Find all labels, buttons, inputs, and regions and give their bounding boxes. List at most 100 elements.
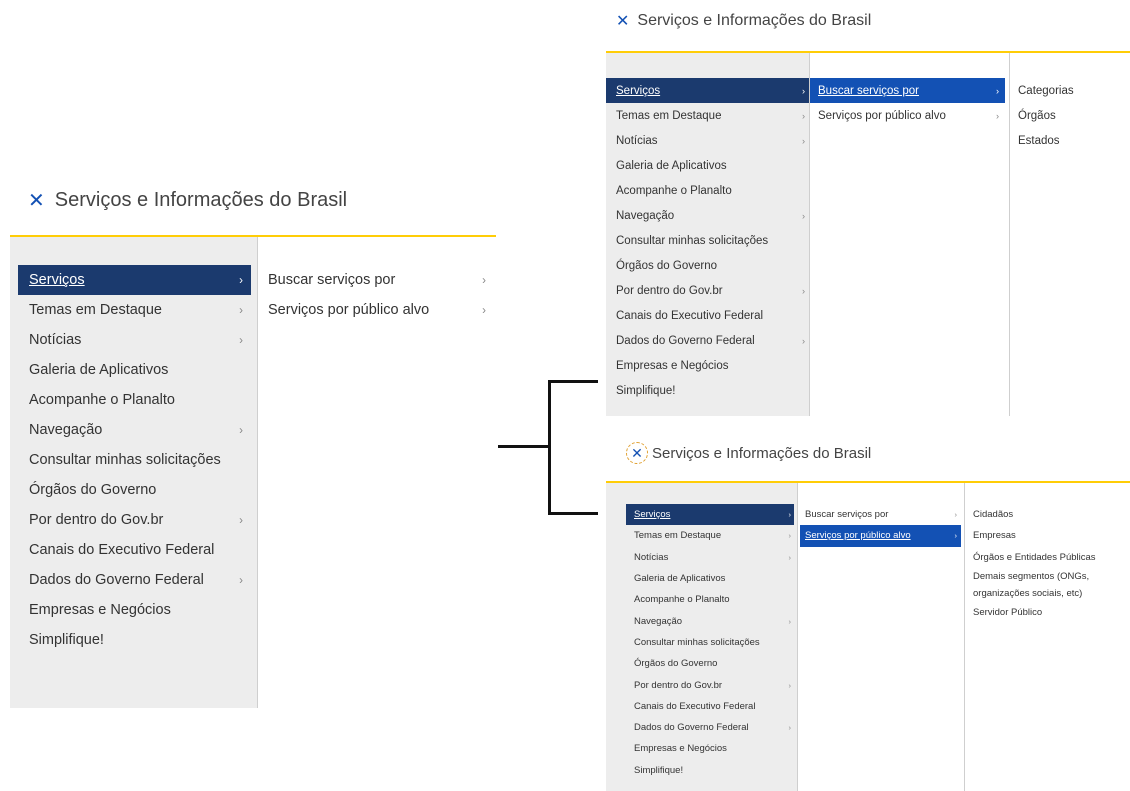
menu-item-simplifique[interactable]: Simplifique! <box>606 378 809 403</box>
menu-item-dados-do-governo-federal[interactable]: Dados do Governo Federal › <box>606 328 809 353</box>
menu-item-label: Empresas e Negócios <box>616 359 729 372</box>
menu-item-simplifique[interactable]: Simplifique! <box>626 760 794 781</box>
menu-item-label: Cidadãos <box>973 509 1014 521</box>
menu-item-canais-do-executivo-federal[interactable]: Canais do Executivo Federal <box>626 696 794 717</box>
menu-item-navegacao[interactable]: Navegação › <box>626 610 794 631</box>
menu-item-label: Simplifique! <box>634 764 684 776</box>
menu-item-empresas[interactable]: Empresas <box>965 525 1130 546</box>
menu-item-label: Serviços por público alvo <box>268 302 430 318</box>
publico-alvo-submenu-column: Cidadãos Empresas Órgãos e Entidades Públi… <box>964 483 1130 791</box>
menu-item-buscar-servicos-por[interactable]: Buscar serviços por › <box>800 504 961 525</box>
chevron-right-icon: › <box>954 531 957 541</box>
menu-item-acompanhe-o-planalto[interactable]: Acompanhe o Planalto <box>606 178 809 203</box>
menu-item-dados-do-governo-federal[interactable]: Dados do Governo Federal › <box>626 717 794 738</box>
panel-title: Serviços e Informações do Brasil <box>637 12 872 29</box>
close-icon[interactable]: ✕ <box>616 11 629 31</box>
chevron-right-icon: › <box>239 303 243 317</box>
menu-item-servicos[interactable]: Serviços › <box>606 78 809 103</box>
menu-item-navegacao[interactable]: Navegação › <box>18 415 251 445</box>
menu-item-canais-do-executivo-federal[interactable]: Canais do Executivo Federal <box>18 535 251 565</box>
menu-item-label: Estados <box>1018 134 1060 147</box>
menu-item-canais-do-executivo-federal[interactable]: Canais do Executivo Federal <box>606 303 809 328</box>
chevron-right-icon: › <box>954 510 957 520</box>
menu-item-label: Serviços <box>634 509 671 521</box>
menu-item-noticias[interactable]: Notícias › <box>606 128 809 153</box>
menu-item-label: Órgãos e Entidades Públicas <box>973 551 1096 563</box>
menu-item-acompanhe-o-planalto[interactable]: Acompanhe o Planalto <box>18 385 251 415</box>
menu-columns: Serviços › Temas em Destaque › Notícias › Gale… <box>606 53 1130 416</box>
menu-item-categorias[interactable]: Categorias <box>1010 78 1130 103</box>
menu-item-galeria-de-aplicativos[interactable]: Galeria de Aplicativos <box>606 153 809 178</box>
connector-line <box>548 380 598 383</box>
menu-item-buscar-servicos-por[interactable]: Buscar serviços por › <box>810 78 1005 103</box>
menu-item-label: Por dentro do Gov.br <box>29 512 164 528</box>
menu-item-servicos-por-publico-alvo[interactable]: Serviços por público alvo › <box>800 525 961 547</box>
menu-item-por-dentro-do-gov-br[interactable]: Por dentro do Gov.br › <box>18 505 251 535</box>
menu-item-label: Galeria de Aplicativos <box>634 573 726 585</box>
menu-item-por-dentro-do-gov-br[interactable]: Por dentro do Gov.br › <box>626 674 794 695</box>
menu-item-label: Categorias <box>1018 84 1074 97</box>
menu-item-orgaos-do-governo[interactable]: Órgãos do Governo <box>18 475 251 505</box>
chevron-right-icon: › <box>788 531 791 541</box>
menu-item-cidadaos[interactable]: Cidadãos <box>965 504 1130 525</box>
menu-item-label: Simplifique! <box>29 632 104 648</box>
menu-item-servicos-por-publico-alvo[interactable]: Serviços por público alvo › <box>258 295 496 325</box>
close-icon[interactable]: ✕ <box>626 442 648 464</box>
menu-item-noticias[interactable]: Notícias › <box>18 325 251 355</box>
menu-item-orgaos-do-governo[interactable]: Órgãos do Governo <box>606 253 809 278</box>
menu-item-orgaos-e-entidades-publicas[interactable]: Órgãos e Entidades Públicas <box>965 547 1130 568</box>
servicos-submenu-column: Buscar serviços por › Serviços por público… <box>257 237 496 708</box>
menu-item-galeria-de-aplicativos[interactable]: Galeria de Aplicativos <box>18 355 251 385</box>
menu-item-temas-em-destaque[interactable]: Temas em Destaque › <box>18 295 251 325</box>
menu-item-temas-em-destaque[interactable]: Temas em Destaque › <box>606 103 809 128</box>
menu-item-label: Navegação <box>29 422 103 438</box>
menu-item-servicos[interactable]: Serviços › <box>626 504 794 526</box>
menu-item-estados[interactable]: Estados <box>1010 128 1130 153</box>
menu-item-noticias[interactable]: Notícias › <box>626 547 794 568</box>
menu-item-simplifique[interactable]: Simplifique! <box>18 625 251 655</box>
menu-item-label: Temas em Destaque <box>29 302 162 318</box>
menu-item-empresas-e-negocios[interactable]: Empresas e Negócios <box>606 353 809 378</box>
menu-item-label: Notícias <box>634 551 669 563</box>
menu-item-consultar-minhas-solicitacoes[interactable]: Consultar minhas solicitações <box>606 228 809 253</box>
panel-title: Serviços e Informações do Brasil <box>652 444 872 462</box>
menu-item-label: Servidor Público <box>973 607 1043 619</box>
chevron-right-icon: › <box>239 423 243 437</box>
menu-item-consultar-minhas-solicitacoes[interactable]: Consultar minhas solicitações <box>18 445 251 475</box>
menu-item-navegacao[interactable]: Navegação › <box>606 203 809 228</box>
connector-line <box>498 445 551 448</box>
chevron-right-icon: › <box>801 135 805 146</box>
menu-item-servidor-publico[interactable]: Servidor Público <box>965 602 1130 623</box>
chevron-right-icon: › <box>239 513 243 527</box>
menu-item-label: Órgãos do Governo <box>634 658 718 670</box>
menu-item-label: Órgãos <box>1018 109 1056 122</box>
menu-item-orgaos[interactable]: Órgãos <box>1010 103 1130 128</box>
menu-item-servicos[interactable]: Serviços › <box>18 265 251 295</box>
menu-item-empresas-e-negocios[interactable]: Empresas e Negócios <box>626 738 794 759</box>
menu-item-label: Navegação <box>634 615 683 627</box>
menu-item-label: Empresas <box>973 530 1016 542</box>
menu-item-consultar-minhas-solicitacoes[interactable]: Consultar minhas solicitações <box>626 632 794 653</box>
menu-item-label: Consultar minhas solicitações <box>634 636 760 648</box>
menu-item-empresas-e-negocios[interactable]: Empresas e Negócios <box>18 595 251 625</box>
chevron-right-icon: › <box>801 210 805 221</box>
menu-item-galeria-de-aplicativos[interactable]: Galeria de Aplicativos <box>626 568 794 589</box>
menu-item-dados-do-governo-federal[interactable]: Dados do Governo Federal › <box>18 565 251 595</box>
menu-item-label: Acompanhe o Planalto <box>616 184 732 197</box>
menu-item-por-dentro-do-gov-br[interactable]: Por dentro do Gov.br › <box>606 278 809 303</box>
menu-item-label: Galeria de Aplicativos <box>616 159 727 172</box>
menu-item-label: Por dentro do Gov.br <box>634 679 723 691</box>
menu-item-temas-em-destaque[interactable]: Temas em Destaque › <box>626 525 794 546</box>
menu-item-servicos-por-publico-alvo[interactable]: Serviços por público alvo › <box>810 103 1005 128</box>
menu-item-label: Consultar minhas solicitações <box>616 234 769 247</box>
chevron-right-icon: › <box>788 616 791 626</box>
menu-item-label: Órgãos do Governo <box>616 259 718 272</box>
menu-item-demais-segmentos-ongs-organizacoes-sociais-etc[interactable]: Demais segmentos (ONGs, organizações soc… <box>965 568 1130 602</box>
menu-item-label: Notícias <box>29 332 82 348</box>
menu-item-buscar-servicos-por[interactable]: Buscar serviços por › <box>258 265 496 295</box>
menu-item-acompanhe-o-planalto[interactable]: Acompanhe o Planalto <box>626 589 794 610</box>
menu-item-orgaos-do-governo[interactable]: Órgãos do Governo <box>626 653 794 674</box>
chevron-right-icon: › <box>788 510 791 520</box>
close-icon[interactable]: ✕ <box>28 188 45 213</box>
menu-item-label: Serviços <box>29 272 85 288</box>
